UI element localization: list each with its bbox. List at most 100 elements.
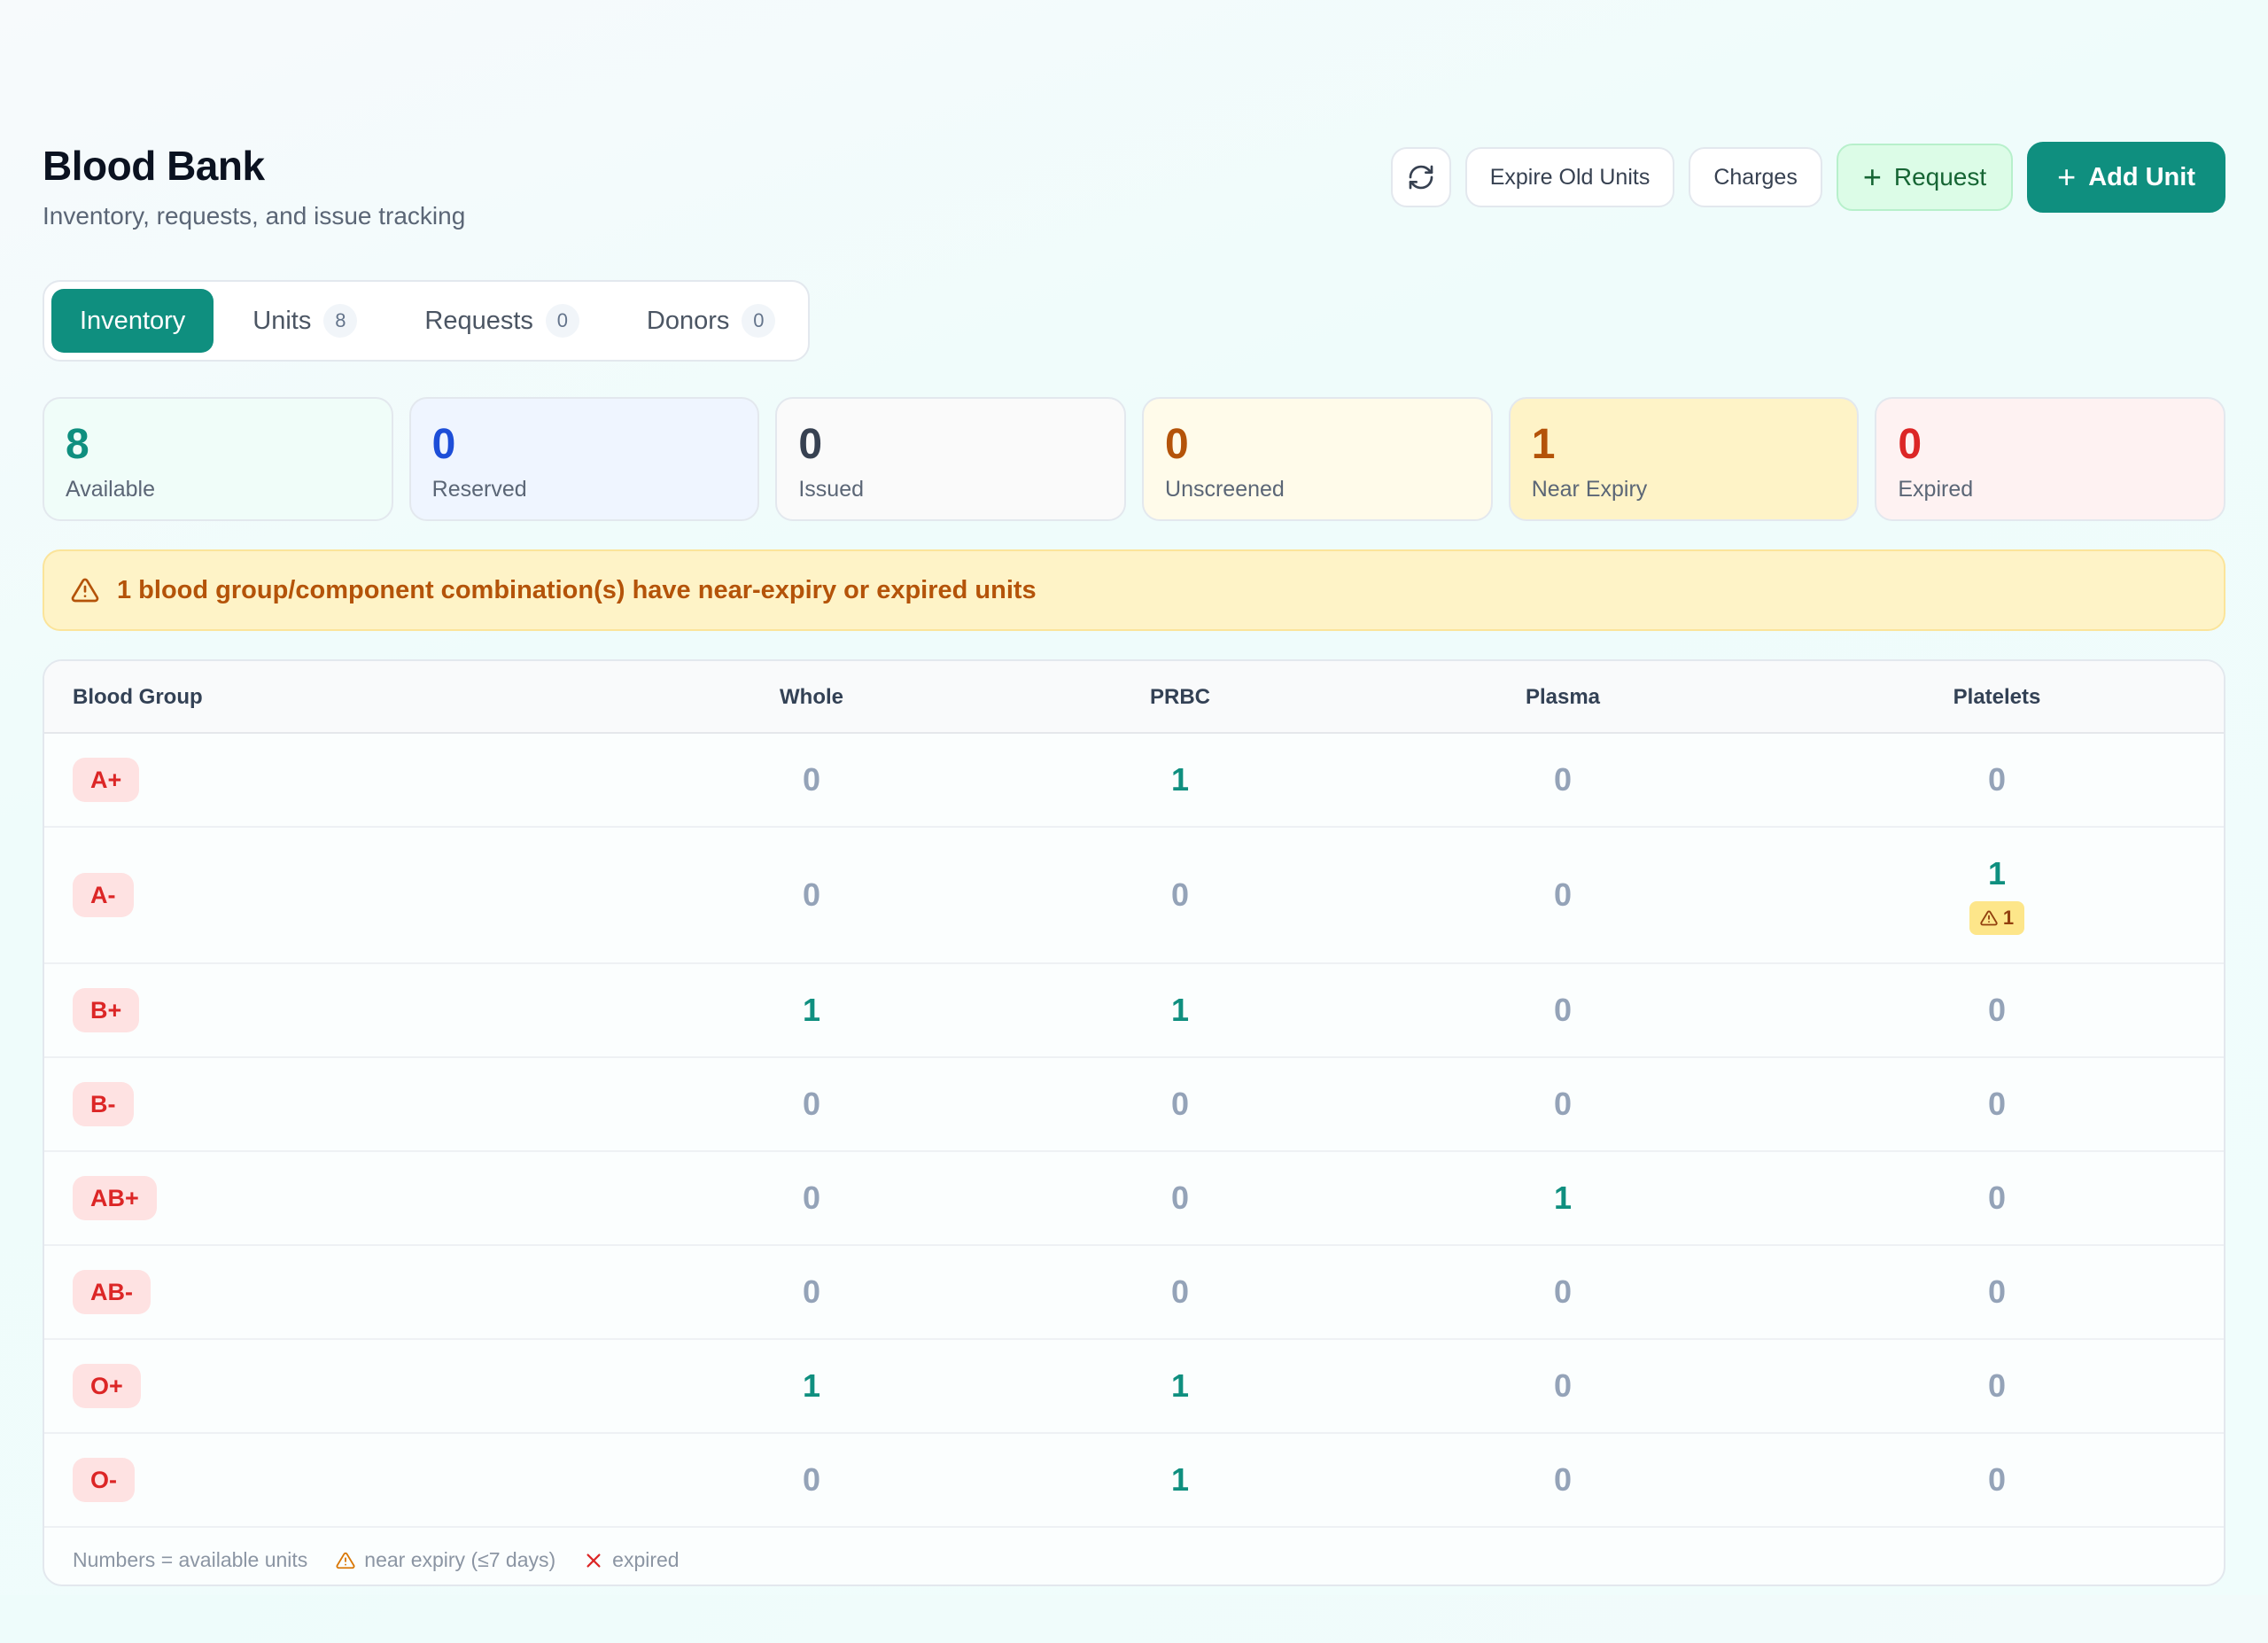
inventory-cell[interactable]: 0 [1864, 964, 2130, 1056]
near-expiry-badge: 1 [1969, 901, 2025, 935]
available-count: 1 [1553, 1180, 1573, 1216]
plus-icon: + [2057, 159, 2077, 195]
available-count: 0 [1987, 1367, 2007, 1404]
inventory-cell[interactable]: 0 [679, 1058, 944, 1150]
inventory-cell[interactable]: 0 [1047, 1152, 1313, 1244]
inventory-cell[interactable]: 0 [1864, 1246, 2130, 1338]
inventory-cell[interactable]: 1 [1430, 1152, 1696, 1244]
inventory-cell[interactable]: 0 [1864, 1340, 2130, 1432]
table-row[interactable]: B+ 1 1 0 0 [44, 964, 2224, 1058]
available-count: 0 [1987, 761, 2007, 798]
inventory-cell[interactable]: 0 [1430, 964, 1696, 1056]
near-expiry-count: 1 [2002, 907, 2015, 929]
legend-numbers: Numbers = available units [73, 1548, 308, 1571]
stat-card-unscreened: 0 Unscreened [1142, 397, 1493, 521]
inventory-cell[interactable]: 1 [1047, 1340, 1313, 1432]
stat-card-reserved: 0 Reserved [408, 397, 760, 521]
tab-label: Donors [646, 306, 730, 335]
expire-old-units-button[interactable]: Expire Old Units [1464, 147, 1675, 207]
table-row[interactable]: AB+ 0 0 1 0 [44, 1152, 2224, 1246]
inventory-cell[interactable]: 1 [1047, 734, 1313, 826]
inventory-cell[interactable]: 1 [679, 964, 944, 1056]
table-row[interactable]: O- 0 1 0 0 [44, 1434, 2224, 1528]
inventory-cell[interactable]: 1 [679, 1340, 944, 1432]
inventory-cell[interactable]: 0 [1430, 734, 1696, 826]
table-row[interactable]: A- 0 0 0 1 1 [44, 828, 2224, 964]
column-header[interactable]: Blood Group [73, 661, 203, 734]
available-count: 0 [1170, 1086, 1190, 1122]
add-unit-button[interactable]: + Add Unit [2027, 142, 2225, 213]
inventory-cell[interactable]: 11 [1864, 828, 2130, 962]
tab-inventory[interactable]: Inventory [51, 289, 214, 353]
available-count: 1 [1170, 1367, 1190, 1404]
available-count: 0 [1553, 1367, 1573, 1404]
inventory-cell[interactable]: 0 [1430, 1434, 1696, 1526]
available-count: 0 [802, 1086, 821, 1122]
add-unit-button-label: Add Unit [2088, 162, 2195, 191]
tab-count-badge: 8 [323, 304, 358, 338]
available-count: 1 [1170, 761, 1190, 798]
stat-label: Issued [798, 477, 865, 502]
table-row[interactable]: A+ 0 1 0 0 [44, 734, 2224, 828]
available-count: 0 [1553, 1461, 1573, 1498]
available-count: 0 [1987, 1273, 2007, 1310]
charges-button[interactable]: Charges [1689, 147, 1822, 207]
stat-label: Expired [1898, 477, 1974, 502]
inventory-cell[interactable]: 0 [1047, 1058, 1313, 1150]
stat-card-expired: 0 Expired [1875, 397, 2226, 521]
inventory-cell[interactable]: 0 [1430, 1340, 1696, 1432]
legend-expired-label: expired [612, 1548, 680, 1571]
column-header[interactable]: Plasma [1430, 661, 1696, 734]
tab-units[interactable]: Units 8 [224, 289, 385, 353]
inventory-cell[interactable]: 0 [1864, 1058, 2130, 1150]
blood-group-badge: AB- [73, 1270, 151, 1314]
table-row[interactable]: B- 0 0 0 0 [44, 1058, 2224, 1152]
stat-label: Available [66, 477, 156, 502]
warning-icon [1980, 909, 1998, 927]
tab-label: Inventory [80, 306, 186, 335]
inventory-cell[interactable]: 0 [679, 734, 944, 826]
inventory-cell[interactable]: 0 [1864, 1434, 2130, 1526]
inventory-cell[interactable]: 0 [1864, 1152, 2130, 1244]
available-count: 0 [1987, 1180, 2007, 1216]
inventory-cell[interactable]: 1 [1047, 964, 1313, 1056]
warning-icon [71, 576, 99, 604]
inventory-cell[interactable]: 1 [1047, 1434, 1313, 1526]
column-header[interactable]: Platelets [1864, 661, 2130, 734]
refresh-button[interactable] [1390, 147, 1451, 207]
table-row[interactable]: AB- 0 0 0 0 [44, 1246, 2224, 1340]
available-count: 0 [1170, 876, 1190, 913]
inventory-cell[interactable]: 0 [1864, 734, 2130, 826]
stat-label: Reserved [431, 477, 527, 502]
inventory-cell[interactable]: 0 [679, 1246, 944, 1338]
available-count: 0 [1987, 992, 2007, 1028]
warning-icon [336, 1551, 355, 1570]
available-count: 1 [1170, 1461, 1190, 1498]
column-header[interactable]: PRBC [1047, 661, 1313, 734]
available-count: 1 [802, 1367, 821, 1404]
tab-requests[interactable]: Requests 0 [396, 289, 608, 353]
request-button[interactable]: + Request [1836, 144, 2014, 211]
tab-count-badge: 0 [545, 304, 579, 338]
available-count: 1 [1987, 855, 2007, 892]
inventory-cell[interactable]: 0 [1430, 1246, 1696, 1338]
inventory-cell[interactable]: 0 [1430, 828, 1696, 962]
tab-donors[interactable]: Donors 0 [618, 289, 804, 353]
column-header[interactable]: Whole [679, 661, 944, 734]
inventory-cell[interactable]: 0 [1047, 1246, 1313, 1338]
blood-group-badge: A+ [73, 758, 140, 802]
tab-label: Requests [424, 306, 533, 335]
stat-value: 0 [798, 421, 823, 468]
stats-row: 8 Available 0 Reserved 0 Issued 0 Unscreened 1 Ne… [43, 397, 2226, 521]
inventory-cell[interactable]: 0 [1430, 1058, 1696, 1150]
near-expiry-alert: 1 blood group/component combination(s) h… [43, 549, 2225, 631]
table-row[interactable]: O+ 1 1 0 0 [44, 1340, 2224, 1434]
stat-value: 0 [1898, 421, 1922, 468]
inventory-cell[interactable]: 0 [679, 828, 944, 962]
inventory-cell[interactable]: 0 [679, 1434, 944, 1526]
stat-card-issued: 0 Issued [775, 397, 1127, 521]
close-icon [584, 1551, 603, 1570]
inventory-cell[interactable]: 0 [1047, 828, 1313, 962]
table-header: Blood Group Whole PRBC Plasma Platelets [44, 661, 2224, 734]
inventory-cell[interactable]: 0 [679, 1152, 944, 1244]
